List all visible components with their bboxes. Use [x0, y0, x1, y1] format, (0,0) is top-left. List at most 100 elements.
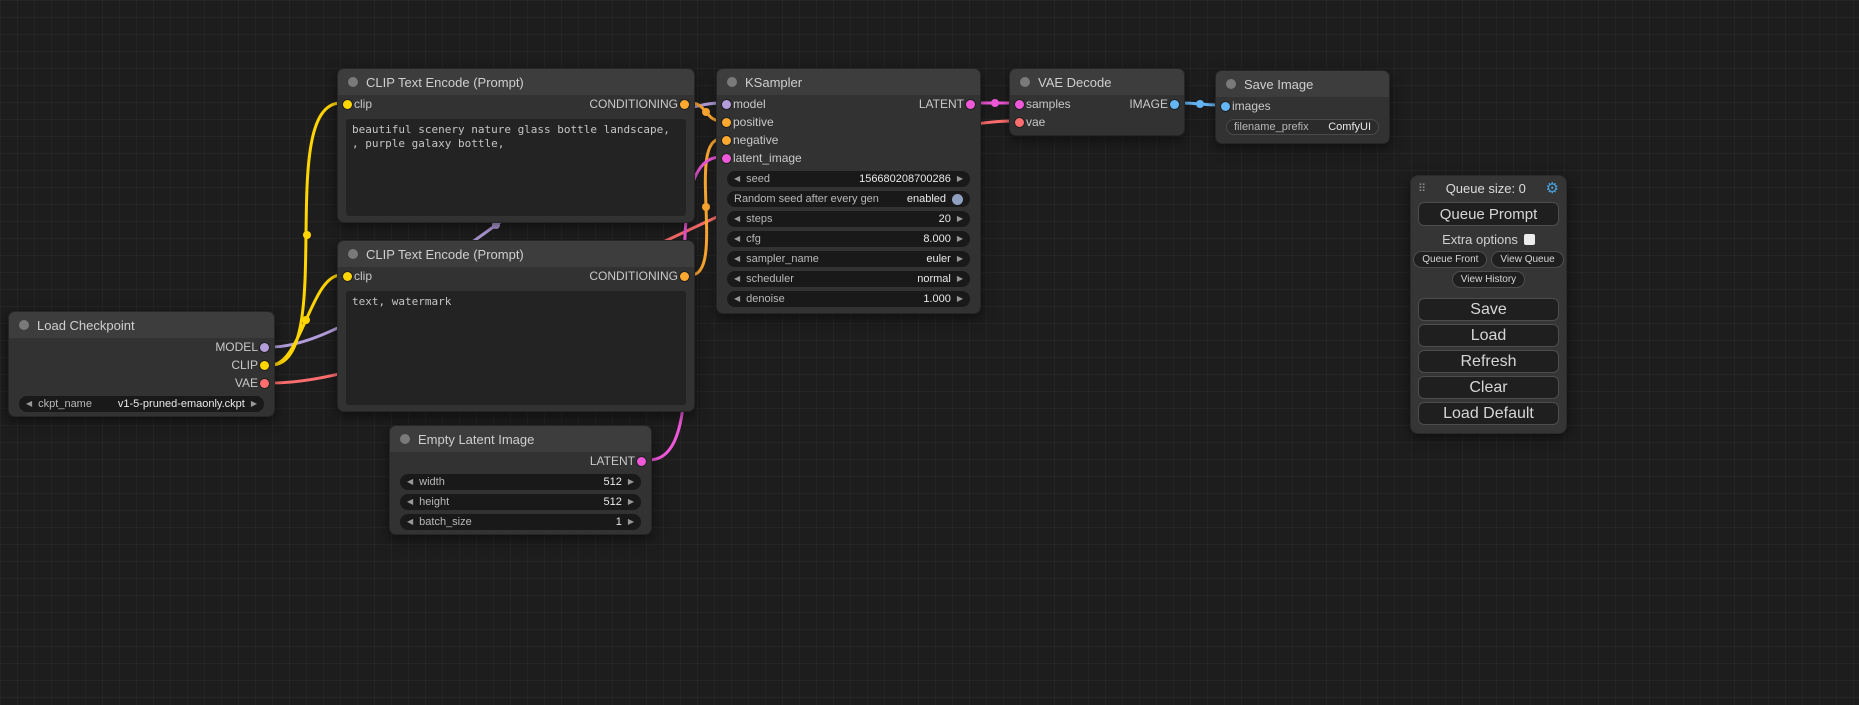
- node-title-bar[interactable]: Empty Latent Image: [390, 426, 651, 452]
- negative-prompt-textarea[interactable]: text, watermark: [346, 291, 686, 405]
- increment-arrow-icon[interactable]: ▶: [628, 518, 634, 526]
- decrement-arrow-icon[interactable]: ◀: [407, 518, 413, 526]
- input-slot-samples[interactable]: [1015, 100, 1024, 109]
- positive-prompt-textarea[interactable]: beautiful scenery nature glass bottle la…: [346, 119, 686, 216]
- widget-label: filename_prefix: [1234, 121, 1309, 133]
- node-title-bar[interactable]: Load Checkpoint: [9, 312, 274, 338]
- node-title-bar[interactable]: CLIP Text Encode (Prompt): [338, 69, 694, 95]
- load-default-button[interactable]: Load Default: [1418, 402, 1559, 425]
- node-save-image[interactable]: Save Image images filename_prefix ComfyU…: [1215, 70, 1390, 144]
- queue-panel[interactable]: ⠿ Queue size: 0 ⚙ Queue Prompt Extra opt…: [1410, 175, 1567, 434]
- node-empty-latent-image[interactable]: Empty Latent Image LATENT ◀ width 512 ▶ …: [389, 425, 652, 535]
- increment-arrow-icon[interactable]: ▶: [957, 295, 963, 303]
- settings-gear-icon[interactable]: ⚙: [1546, 181, 1559, 196]
- input-slot-label: model: [733, 97, 766, 111]
- widget-sampler-name[interactable]: ◀ sampler_name euler ▶: [727, 251, 970, 267]
- toggle-dot-icon[interactable]: [952, 194, 963, 205]
- increment-arrow-icon[interactable]: ▶: [957, 255, 963, 263]
- refresh-button[interactable]: Refresh: [1418, 350, 1559, 373]
- node-ksampler[interactable]: KSampler model LATENT positive negative …: [716, 68, 981, 314]
- decrement-arrow-icon[interactable]: ◀: [734, 235, 740, 243]
- decrement-arrow-icon[interactable]: ◀: [407, 498, 413, 506]
- output-slot-label: CONDITIONING: [589, 97, 678, 111]
- node-clip-text-encode-positive[interactable]: CLIP Text Encode (Prompt) clip CONDITION…: [337, 68, 695, 223]
- output-slot-latent[interactable]: [966, 100, 975, 109]
- node-load-checkpoint[interactable]: Load Checkpoint MODEL CLIP VAE ◀ ckpt_na…: [8, 311, 275, 417]
- input-slot-negative[interactable]: [722, 136, 731, 145]
- decrement-arrow-icon[interactable]: ◀: [734, 275, 740, 283]
- increment-arrow-icon[interactable]: ▶: [957, 275, 963, 283]
- increment-arrow-icon[interactable]: ▶: [957, 175, 963, 183]
- output-slot-model[interactable]: [260, 343, 269, 352]
- node-title-bar[interactable]: CLIP Text Encode (Prompt): [338, 241, 694, 267]
- widget-scheduler[interactable]: ◀ scheduler normal ▶: [727, 271, 970, 287]
- widget-ckpt-name[interactable]: ◀ ckpt_name v1-5-pruned-emaonly.ckpt ▶: [19, 396, 264, 412]
- slot-row: latent_image: [717, 149, 980, 167]
- view-history-button[interactable]: View History: [1452, 271, 1525, 288]
- collapse-toggle-icon[interactable]: [1020, 77, 1030, 87]
- widget-seed[interactable]: ◀ seed 156680208700286 ▶: [727, 171, 970, 187]
- node-graph-canvas[interactable]: Load Checkpoint MODEL CLIP VAE ◀ ckpt_na…: [0, 0, 1859, 705]
- input-slot-model[interactable]: [722, 100, 731, 109]
- queue-size-label: Queue size: 0: [1432, 181, 1539, 196]
- increment-arrow-icon[interactable]: ▶: [957, 215, 963, 223]
- collapse-toggle-icon[interactable]: [19, 320, 29, 330]
- node-title-bar[interactable]: KSampler: [717, 69, 980, 95]
- slot-row: model LATENT: [717, 95, 980, 113]
- collapse-toggle-icon[interactable]: [348, 249, 358, 259]
- collapse-toggle-icon[interactable]: [400, 434, 410, 444]
- decrement-arrow-icon[interactable]: ◀: [734, 255, 740, 263]
- input-slot-vae[interactable]: [1015, 118, 1024, 127]
- output-slot-clip[interactable]: [260, 361, 269, 370]
- decrement-arrow-icon[interactable]: ◀: [26, 400, 32, 408]
- decrement-arrow-icon[interactable]: ◀: [734, 215, 740, 223]
- slot-row: negative: [717, 131, 980, 149]
- input-slot-latent-image[interactable]: [722, 154, 731, 163]
- extra-options-checkbox[interactable]: [1524, 234, 1535, 245]
- widget-cfg[interactable]: ◀ cfg 8.000 ▶: [727, 231, 970, 247]
- node-title-bar[interactable]: Save Image: [1216, 71, 1389, 97]
- extra-options-row: Extra options: [1411, 230, 1566, 248]
- decrement-arrow-icon[interactable]: ◀: [734, 175, 740, 183]
- view-queue-button[interactable]: View Queue: [1491, 251, 1563, 268]
- widget-label: batch_size: [419, 516, 472, 528]
- drag-handle-icon[interactable]: ⠿: [1418, 182, 1426, 195]
- widget-batch-size[interactable]: ◀ batch_size 1 ▶: [400, 514, 641, 530]
- slot-row: MODEL: [9, 338, 274, 356]
- widget-width[interactable]: ◀ width 512 ▶: [400, 474, 641, 490]
- input-slot-clip[interactable]: [343, 100, 352, 109]
- queue-prompt-button[interactable]: Queue Prompt: [1418, 202, 1559, 226]
- output-slot-image[interactable]: [1170, 100, 1179, 109]
- collapse-toggle-icon[interactable]: [348, 77, 358, 87]
- increment-arrow-icon[interactable]: ▶: [251, 400, 257, 408]
- output-slot-latent[interactable]: [637, 457, 646, 466]
- queue-front-button[interactable]: Queue Front: [1413, 251, 1487, 268]
- widget-random-seed-toggle[interactable]: Random seed after every gen enabled: [727, 191, 970, 207]
- load-button[interactable]: Load: [1418, 324, 1559, 347]
- widget-filename-prefix[interactable]: filename_prefix ComfyUI: [1226, 119, 1379, 135]
- widget-height[interactable]: ◀ height 512 ▶: [400, 494, 641, 510]
- decrement-arrow-icon[interactable]: ◀: [407, 478, 413, 486]
- node-vae-decode[interactable]: VAE Decode samples IMAGE vae: [1009, 68, 1185, 136]
- output-slot-conditioning[interactable]: [680, 100, 689, 109]
- clear-button[interactable]: Clear: [1418, 376, 1559, 399]
- output-slot-vae[interactable]: [260, 379, 269, 388]
- slot-row: LATENT: [390, 452, 651, 470]
- collapse-toggle-icon[interactable]: [1226, 79, 1236, 89]
- increment-arrow-icon[interactable]: ▶: [628, 498, 634, 506]
- increment-arrow-icon[interactable]: ▶: [957, 235, 963, 243]
- queue-panel-header: ⠿ Queue size: 0 ⚙: [1411, 176, 1566, 200]
- slot-row: CLIP: [9, 356, 274, 374]
- widget-denoise[interactable]: ◀ denoise 1.000 ▶: [727, 291, 970, 307]
- widget-steps[interactable]: ◀ steps 20 ▶: [727, 211, 970, 227]
- node-clip-text-encode-negative[interactable]: CLIP Text Encode (Prompt) clip CONDITION…: [337, 240, 695, 412]
- input-slot-positive[interactable]: [722, 118, 731, 127]
- save-button[interactable]: Save: [1418, 298, 1559, 321]
- input-slot-clip[interactable]: [343, 272, 352, 281]
- decrement-arrow-icon[interactable]: ◀: [734, 295, 740, 303]
- collapse-toggle-icon[interactable]: [727, 77, 737, 87]
- input-slot-images[interactable]: [1221, 102, 1230, 111]
- node-title-bar[interactable]: VAE Decode: [1010, 69, 1184, 95]
- output-slot-conditioning[interactable]: [680, 272, 689, 281]
- increment-arrow-icon[interactable]: ▶: [628, 478, 634, 486]
